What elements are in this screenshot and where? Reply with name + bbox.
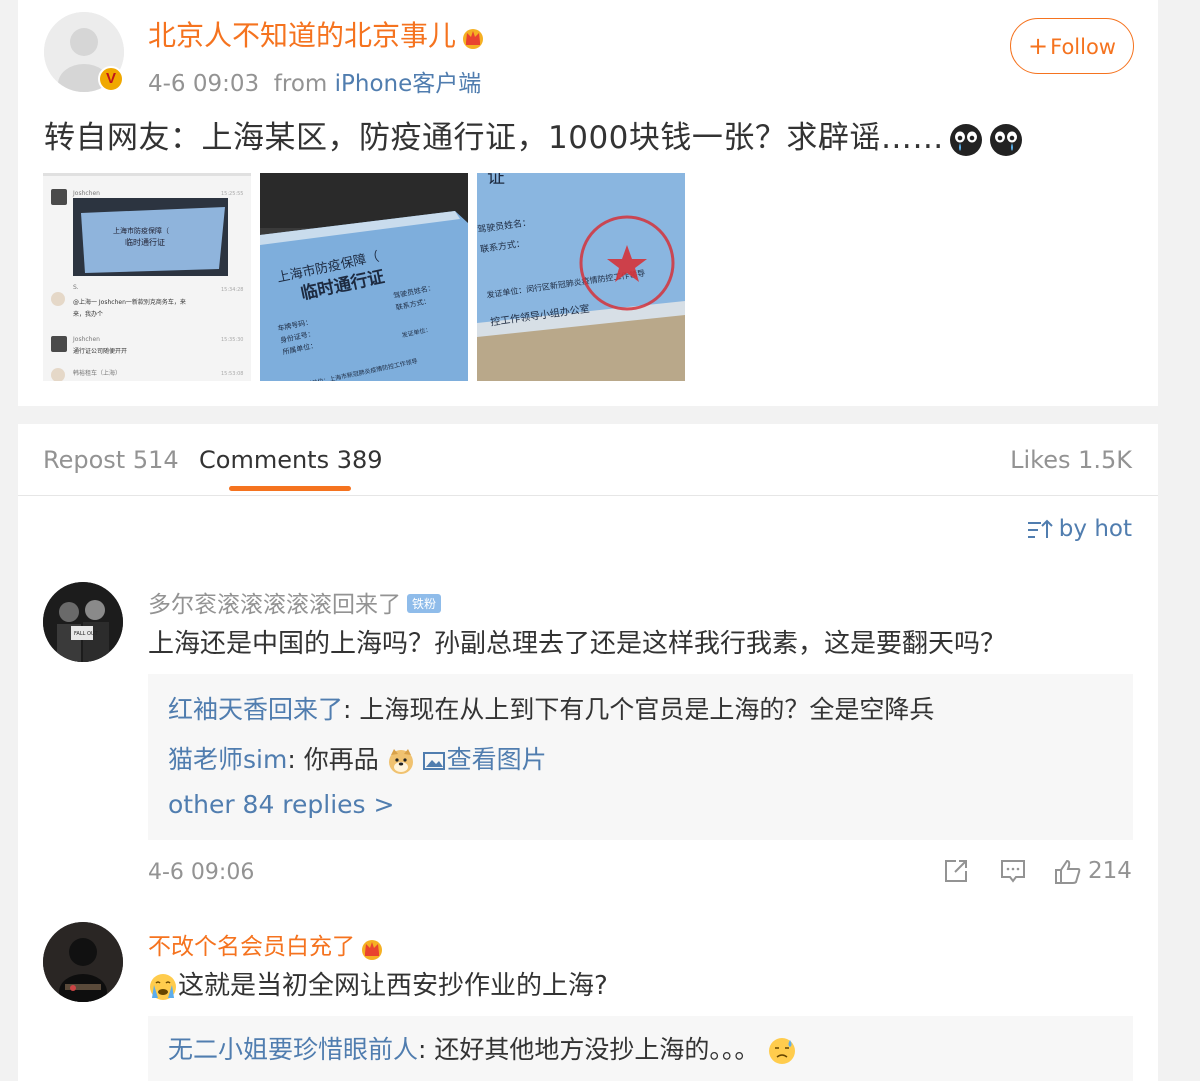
post-timestamp: 4-6 09:03 xyxy=(148,71,260,97)
chat-user-2: S. xyxy=(73,284,79,291)
share-button[interactable] xyxy=(943,858,969,888)
reply-button[interactable] xyxy=(1000,858,1026,888)
follow-label: Follow xyxy=(1050,35,1116,59)
chat-time-4: 15:53:08 xyxy=(221,371,243,377)
tab-repost[interactable]: Repost 514 xyxy=(43,446,179,474)
reply-separator: : xyxy=(418,1035,435,1064)
crying-emoji-icon xyxy=(989,123,1022,156)
permit-photo-image: 上海市防疫保障（ 临时通行证 车牌号码： 身份证号： 所属单位： 驾驶员姓名： … xyxy=(260,173,468,381)
comment-avatar[interactable]: FALL OUT xyxy=(43,582,123,662)
reply-preview-box[interactable]: 无二小姐要珍惜眼前人: 还好其他地方没抄上海的。。。 xyxy=(148,1016,1133,1081)
reply-username[interactable]: 红袖天香回来了 xyxy=(168,695,343,724)
image-icon xyxy=(422,752,445,770)
chat-msg-3: 通行证公司随便开开 xyxy=(73,347,127,355)
comment-username[interactable]: 不改个名会员白充了 xyxy=(148,927,385,961)
chat-user-4: 韩裕租车（上海） xyxy=(73,369,121,377)
comments-card: Repost 514 Comments 389 Likes 1.5K by ho… xyxy=(18,424,1158,1081)
verified-v-icon: V xyxy=(98,66,124,92)
author-name-text[interactable]: 北京人不知道的北京事儿 xyxy=(148,19,456,52)
post-tabs: Repost 514 Comments 389 Likes 1.5K xyxy=(18,424,1158,496)
svg-text:FALL OUT: FALL OUT xyxy=(74,631,99,637)
post-text-content: 转自网友：上海某区，防疫通行证，1000块钱一张？求辟谣…… xyxy=(44,120,944,156)
comment-text: 这就是当初全网让西安抄作业的上海? xyxy=(148,965,608,1002)
reply-text: 上海现在从上到下有几个官员是上海的？全是空降兵 xyxy=(359,695,935,724)
view-image-label: 查看图片 xyxy=(446,745,547,774)
comment-username[interactable]: 多尔衮滚滚滚滚滚回来了 铁粉 xyxy=(148,585,442,619)
chat-time-2: 15:34:28 xyxy=(221,287,243,293)
reply-preview-box[interactable]: 红袖天香回来了: 上海现在从上到下有几个官员是上海的？全是空降兵 猫老师sim:… xyxy=(148,674,1133,840)
active-tab-indicator xyxy=(229,486,351,491)
comment-avatar[interactable] xyxy=(43,922,123,1002)
chat-doc-line-2: 临时通行证 xyxy=(125,237,165,247)
chat-doc-line-1: 上海市防疫保障（ xyxy=(113,226,169,235)
from-label: from xyxy=(273,71,328,97)
chat-msg-2b: 来，我办个 xyxy=(73,310,103,318)
chat-user-3: Joshchen xyxy=(72,336,100,343)
post-source[interactable]: iPhone客户端 xyxy=(335,71,482,97)
plus-icon: + xyxy=(1028,32,1049,60)
comment-icon xyxy=(1001,860,1025,883)
post-image-chat-screenshot[interactable]: Joshchen 15:25:55 上海市防疫保障（ 临时通行证 S. 15:3… xyxy=(43,173,251,381)
comment-text-content: 这就是当初全网让西安抄作业的上海? xyxy=(178,971,608,1001)
sort-label: by hot xyxy=(1058,516,1132,542)
reply-text: 还好其他地方没抄上海的。。。 xyxy=(434,1035,760,1064)
crying-emoji-icon xyxy=(949,123,982,156)
chat-screenshot-image: Joshchen 15:25:55 上海市防疫保障（ 临时通行证 S. 15:3… xyxy=(43,173,251,381)
post-image-permit[interactable]: 上海市防疫保障（ 临时通行证 车牌号码： 身份证号： 所属单位： 驾驶员姓名： … xyxy=(260,173,468,381)
chat-time-3: 15:35:30 xyxy=(221,337,243,343)
reply-separator: : xyxy=(287,745,304,774)
permit-stamp-photo-image: 证 驾驶员姓名： 联系方式： 发证单位：闵行区新冠肺炎疫情防控工作领导 控工作领… xyxy=(477,173,685,381)
like-count: 214 xyxy=(1088,858,1132,884)
reply-username[interactable]: 无二小姐要珍惜眼前人 xyxy=(168,1035,418,1064)
reply-separator: : xyxy=(343,695,360,724)
chat-time-1: 15:25:55 xyxy=(221,191,243,197)
sad-sweat-emoji-icon xyxy=(769,1038,796,1064)
user-avatar-image: FALL OUT xyxy=(43,582,123,662)
like-button[interactable]: 214 xyxy=(1054,858,1132,885)
tab-comments[interactable]: Comments 389 xyxy=(199,446,383,474)
tab-likes[interactable]: Likes 1.5K xyxy=(1010,446,1132,474)
vip-crown-icon xyxy=(362,939,382,960)
user-avatar-image xyxy=(43,922,123,1002)
comment-timestamp: 4-6 09:06 xyxy=(148,860,255,885)
post-card: V 北京人不知道的北京事儿 4-6 09:03 from iPhone客户端 +… xyxy=(18,0,1158,406)
reply-item: 无二小姐要珍惜眼前人: 还好其他地方没抄上海的。。。 xyxy=(168,1030,797,1066)
post-text: 转自网友：上海某区，防疫通行证，1000块钱一张？求辟谣…… xyxy=(44,112,1024,158)
reply-text: 你再品 xyxy=(303,745,379,774)
author-name[interactable]: 北京人不知道的北京事儿 xyxy=(148,14,486,54)
chat-user-1: Joshchen xyxy=(72,190,100,197)
thumbs-up-icon xyxy=(1055,859,1081,884)
post-image-permit-stamp[interactable]: 证 驾驶员姓名： 联系方式： 发证单位：闵行区新冠肺炎疫情防控工作领导 控工作领… xyxy=(477,173,685,381)
follow-button[interactable]: +Follow xyxy=(1010,18,1134,74)
post-meta: 4-6 09:03 from iPhone客户端 xyxy=(148,64,481,98)
sort-by-hot-button[interactable]: by hot xyxy=(1027,516,1132,542)
reply-item: 红袖天香回来了: 上海现在从上到下有几个官员是上海的？全是空降兵 xyxy=(168,690,934,726)
comment-text: 上海还是中国的上海吗？孙副总理去了还是这样我行我素，这是要翻天吗？ xyxy=(148,629,1007,659)
vip-crown-icon xyxy=(463,29,484,49)
comment-username-text[interactable]: 多尔衮滚滚滚滚滚回来了 xyxy=(148,592,401,618)
doge-emoji-icon xyxy=(388,749,413,774)
share-icon xyxy=(945,860,967,882)
chat-msg-2a: @上海一 Joshchen一新款别克商务车，来 xyxy=(73,298,186,306)
more-replies-link[interactable]: other 84 replies > xyxy=(168,790,394,819)
comment-username-text[interactable]: 不改个名会员白充了 xyxy=(148,934,355,960)
svg-text:证: 证 xyxy=(487,173,505,188)
reply-username[interactable]: 猫老师sim xyxy=(168,745,287,774)
view-image-link[interactable]: 查看图片 xyxy=(422,745,547,774)
crying-face-emoji-icon xyxy=(150,973,176,1000)
sort-icon xyxy=(1027,519,1053,538)
iron-fan-badge: 铁粉 xyxy=(407,594,442,613)
reply-item: 猫老师sim: 你再品 查看图片 xyxy=(168,740,547,776)
